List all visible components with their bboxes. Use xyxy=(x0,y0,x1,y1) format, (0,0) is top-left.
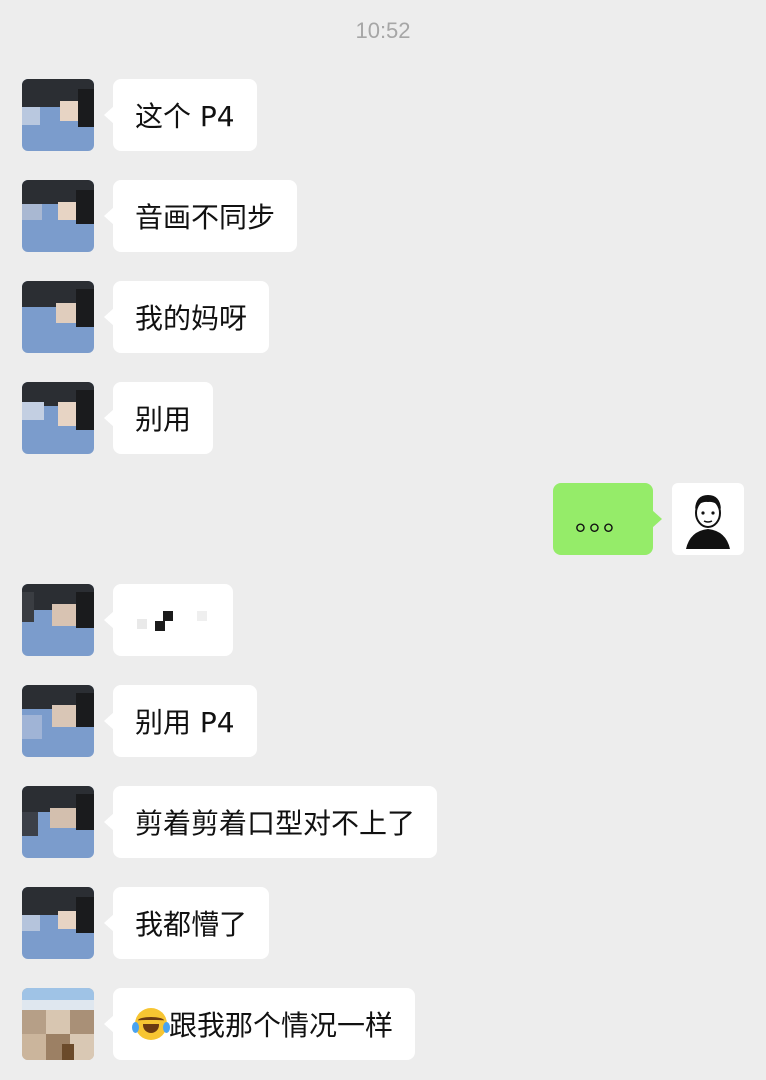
message-row: 我的妈呀 xyxy=(0,281,766,353)
timestamp: 10:52 xyxy=(355,18,411,43)
message-text: 我都懵了 xyxy=(135,908,248,941)
message-bubble[interactable]: 我的妈呀 xyxy=(103,281,270,353)
message-text: 我的妈呀 xyxy=(135,302,248,335)
message-row: 。。。 xyxy=(0,483,766,555)
message-row: 音画不同步 xyxy=(0,180,766,252)
message-text: 这个 P4 xyxy=(135,100,235,133)
message-bubble[interactable] xyxy=(104,584,233,656)
contact-avatar[interactable] xyxy=(22,786,94,858)
my-avatar[interactable] xyxy=(672,483,744,555)
contact-avatar[interactable] xyxy=(22,79,94,151)
message-text: 别用 P4 xyxy=(135,706,235,739)
contact-avatar[interactable] xyxy=(22,988,94,1060)
face-with-tears-of-joy-icon xyxy=(132,1008,170,1040)
message-bubble[interactable]: 跟我那个情况一样 xyxy=(103,988,416,1060)
message-bubble[interactable]: 别用 P4 xyxy=(104,685,257,757)
message-row: 跟我那个情况一样 xyxy=(0,988,766,1060)
message-bubble[interactable]: 别用 xyxy=(103,382,214,454)
person-icon xyxy=(686,495,730,549)
message-row: 别用 P4 xyxy=(0,685,766,757)
message-row: 我都懵了 xyxy=(0,887,766,959)
pixelated-content-icon xyxy=(135,605,211,635)
contact-avatar[interactable] xyxy=(22,382,94,454)
message-row: 别用 xyxy=(0,382,766,454)
contact-avatar[interactable] xyxy=(22,180,94,252)
message-row: 剪着剪着口型对不上了 xyxy=(0,786,766,858)
message-text: 。。。 xyxy=(574,504,631,537)
message-text: 跟我那个情况一样 xyxy=(169,1009,394,1042)
message-bubble[interactable]: 剪着剪着口型对不上了 xyxy=(103,786,438,858)
message-text: 剪着剪着口型对不上了 xyxy=(135,807,416,840)
message-text: 别用 xyxy=(135,403,192,436)
message-bubble[interactable]: 这个 P4 xyxy=(104,79,257,151)
contact-avatar[interactable] xyxy=(22,685,94,757)
message-row xyxy=(0,584,766,656)
message-bubble[interactable]: 我都懵了 xyxy=(103,887,270,959)
message-bubble-sent[interactable]: 。。。 xyxy=(552,483,663,555)
contact-avatar[interactable] xyxy=(22,281,94,353)
message-row: 这个 P4 xyxy=(0,79,766,151)
message-text: 音画不同步 xyxy=(135,201,276,234)
contact-avatar[interactable] xyxy=(22,584,94,656)
message-bubble[interactable]: 音画不同步 xyxy=(103,180,298,252)
contact-avatar[interactable] xyxy=(22,887,94,959)
